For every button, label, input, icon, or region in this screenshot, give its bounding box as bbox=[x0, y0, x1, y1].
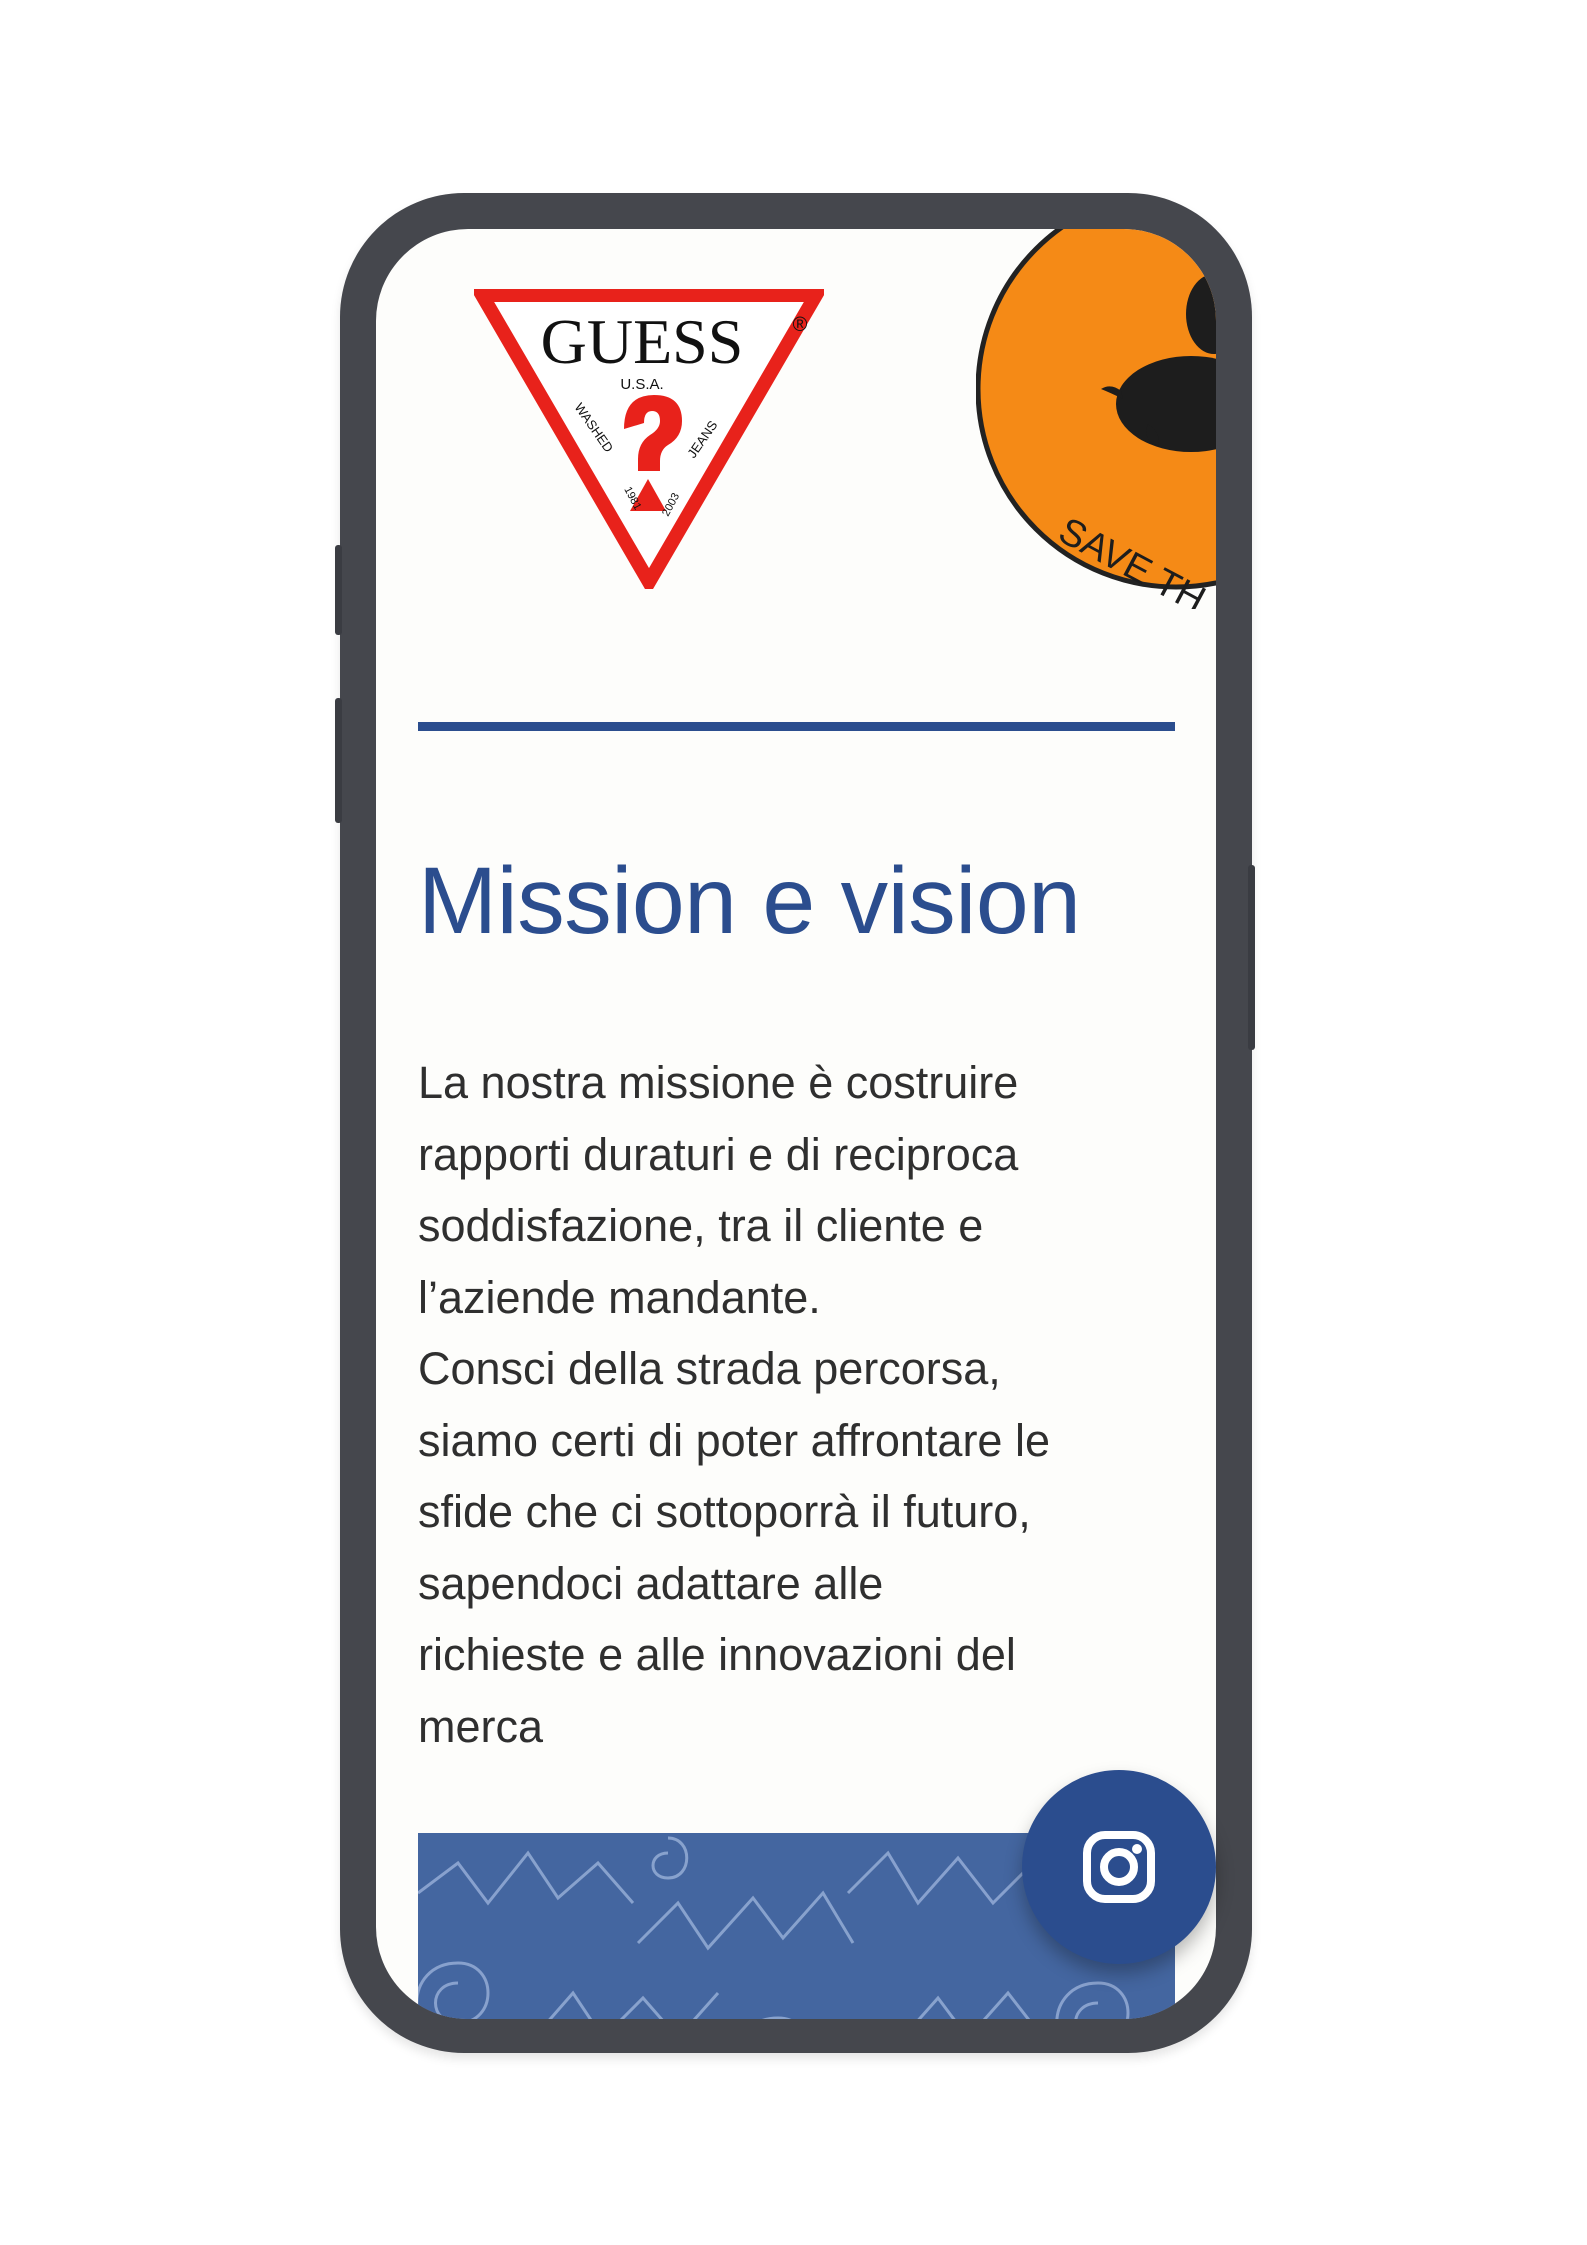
power-button bbox=[1248, 865, 1255, 1050]
instagram-icon bbox=[1083, 1831, 1155, 1903]
text-line: La nostra missione è costruire bbox=[418, 1057, 1019, 1108]
guess-usa: U.S.A. bbox=[620, 376, 663, 393]
section-title: Mission e vision bbox=[418, 848, 1081, 954]
section-divider bbox=[418, 722, 1175, 731]
text-line: soddisfazione, tra il cliente e bbox=[418, 1200, 984, 1251]
text-line: richieste e alle innovazioni del bbox=[418, 1629, 1016, 1680]
text-line: siamo certi di poter affrontare le bbox=[418, 1414, 1050, 1466]
text-line: sapendoci adattare alle bbox=[418, 1557, 884, 1609]
volume-up-button bbox=[335, 545, 342, 635]
guess-wordmark: GUESS bbox=[541, 306, 744, 377]
text-line: l’aziende mandante. bbox=[418, 1271, 821, 1323]
text-line: merca bbox=[418, 1700, 544, 1752]
guess-logo[interactable]: GUESS ® U.S.A. WASHED JEANS 1981 2003 bbox=[474, 289, 824, 589]
volume-down-button bbox=[335, 698, 342, 823]
svg-text:®: ® bbox=[793, 314, 808, 336]
instagram-button[interactable] bbox=[1022, 1770, 1216, 1964]
text-line: rapporti duraturi e di reciproca bbox=[418, 1128, 1019, 1180]
text-line: Consci della strada percorsa, bbox=[418, 1343, 1001, 1394]
save-the-duck-logo[interactable]: SAVE TH bbox=[976, 229, 1216, 609]
text-line: sfide che ci sottoporrà il futuro, bbox=[418, 1486, 1031, 1537]
mission-text: La nostra missione è costruire rapporti … bbox=[418, 1047, 1188, 1762]
phone-screen: GUESS ® U.S.A. WASHED JEANS 1981 2003 SA… bbox=[376, 229, 1216, 2019]
